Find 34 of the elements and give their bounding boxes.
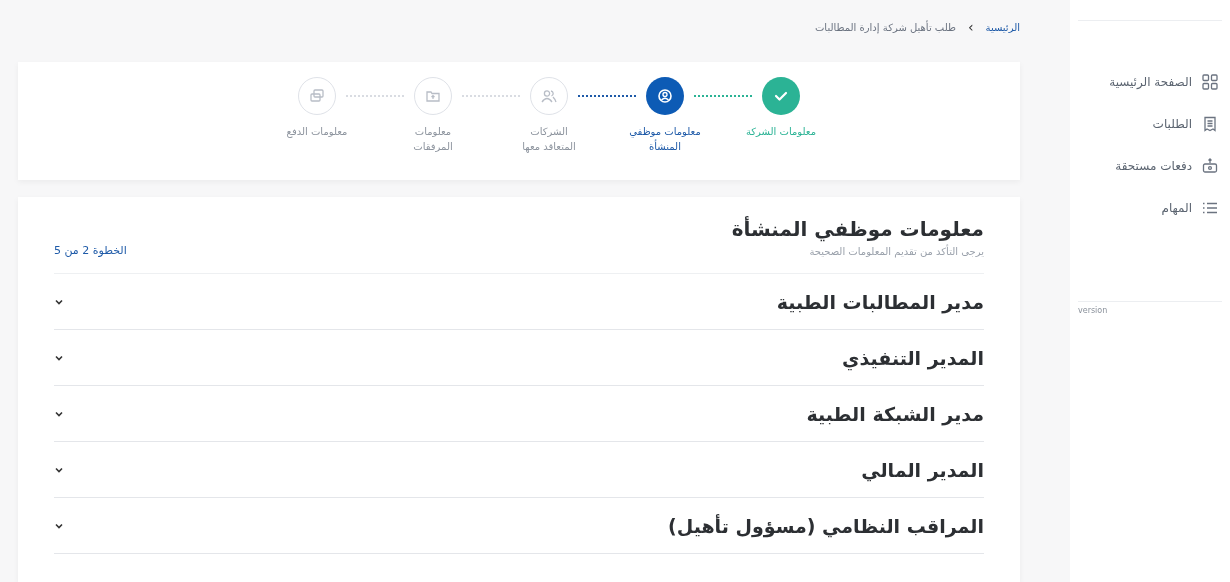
accordion-header[interactable]: المدير المالي — [54, 442, 984, 498]
step-label: معلومات الدفع — [285, 125, 349, 140]
step-circle-icon — [762, 77, 800, 115]
step-label: معلومات المرفقات — [412, 125, 454, 154]
section-title: معلومات موظفي المنشأة — [731, 217, 984, 241]
accordion-header[interactable]: مدير الشبكة الطبية — [54, 386, 984, 442]
sidebar-item[interactable]: المهام — [1078, 200, 1218, 216]
sidebar-item[interactable]: دفعات مستحقة — [1078, 158, 1218, 174]
step-connector — [578, 95, 636, 97]
sidebar-item[interactable]: الطلبات — [1078, 116, 1218, 132]
accordion-header[interactable]: المراقب النظامي (مسؤول تأهيل) — [54, 498, 984, 554]
accordion-header[interactable]: المدير التنفيذي — [54, 330, 984, 386]
step-counter: الخطوة 2 من 5 — [54, 244, 127, 257]
step-label: الشركات المتعاقد معها — [521, 125, 577, 154]
step-label: معلومات موظفي المنشأة — [629, 125, 701, 154]
step-circle-icon — [530, 77, 568, 115]
step-connector — [346, 95, 404, 97]
sidebar-item[interactable]: الصفحة الرئيسية — [1078, 74, 1218, 90]
version-label: version — [1078, 306, 1109, 315]
grid-icon — [1202, 74, 1218, 90]
step-circle-icon — [646, 77, 684, 115]
step-connector — [694, 95, 752, 97]
payment-icon — [1202, 158, 1218, 174]
step-connector — [462, 95, 520, 97]
section-subtitle: يرجى التأكد من تقديم المعلومات الصحيحة — [808, 246, 984, 257]
breadcrumb-link[interactable]: الرئيسية — [985, 21, 1020, 33]
breadcrumb-current: طلب تأهيل شركة إدارة المطالبات — [814, 21, 956, 33]
step-circle-icon — [414, 77, 452, 115]
receipt-icon — [1202, 116, 1218, 132]
list-icon — [1202, 200, 1218, 216]
step-circle-icon — [298, 77, 336, 115]
step-label: معلومات الشركة — [745, 125, 817, 139]
breadcrumb-separator: › — [967, 19, 974, 35]
accordion-header[interactable]: مدير المطالبات الطبية — [54, 274, 984, 330]
